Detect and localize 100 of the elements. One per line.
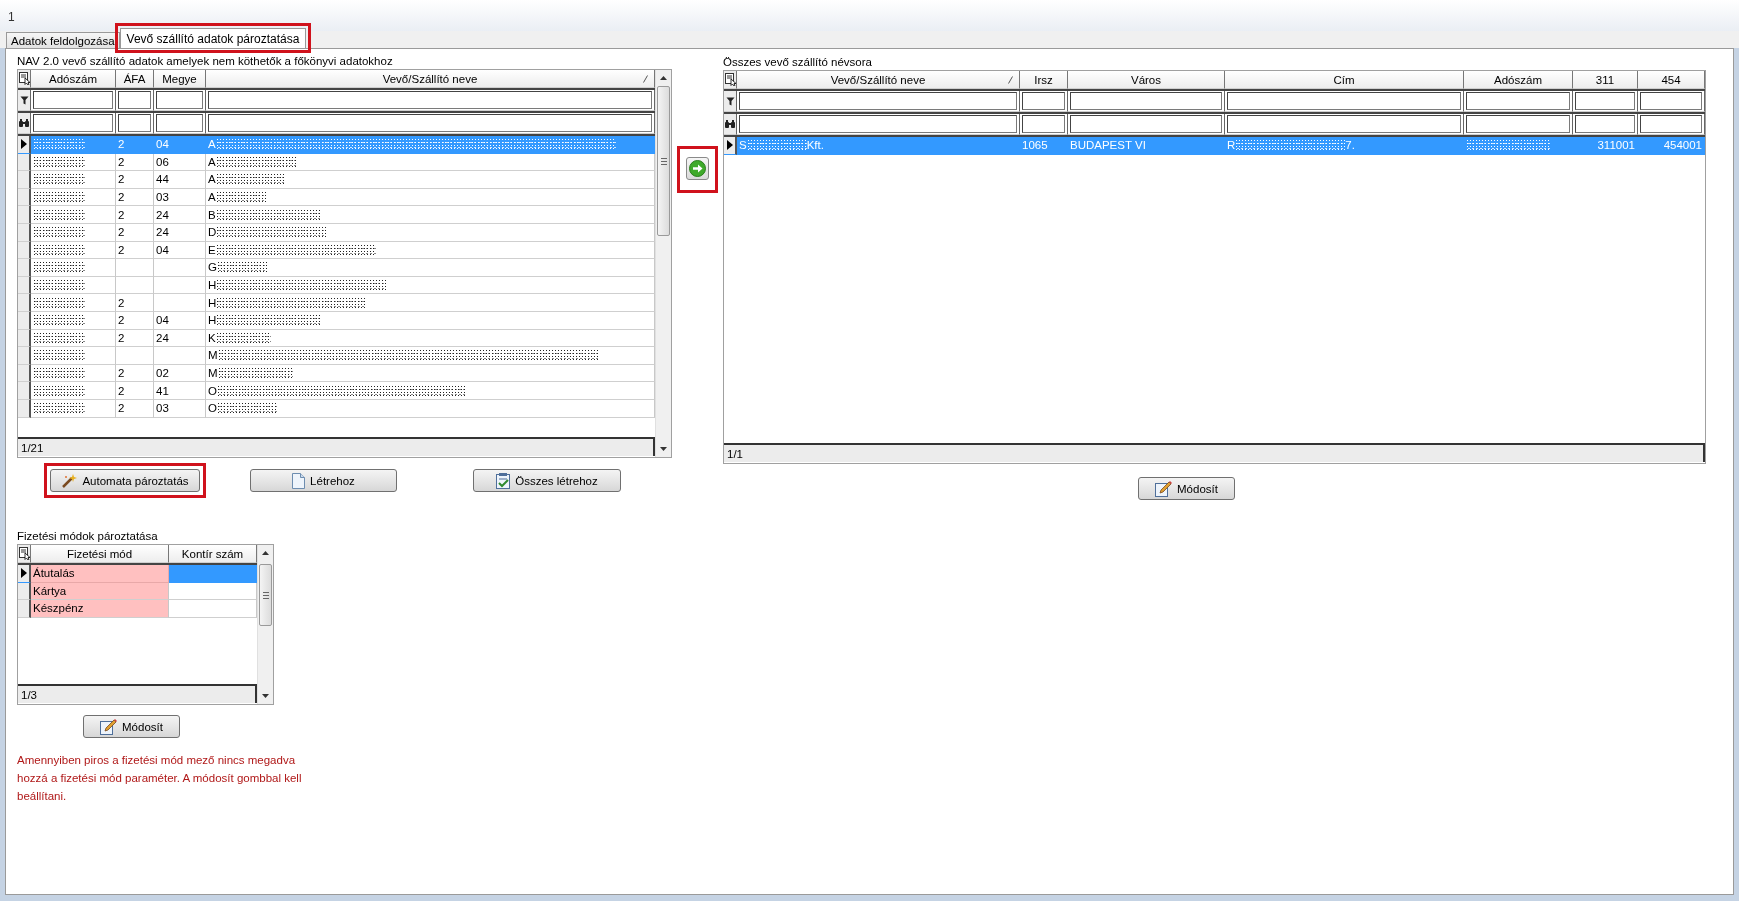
- filter-icon: [725, 96, 735, 106]
- table-row[interactable]: 2 44 A: [18, 171, 655, 189]
- cell-text: K: [208, 331, 216, 344]
- cell-text: D: [208, 226, 217, 239]
- table-cell: 311001: [1573, 137, 1638, 155]
- table-row[interactable]: 2 24 D: [18, 223, 655, 242]
- table-cell: 06: [154, 153, 206, 172]
- filter-field[interactable]: [1022, 92, 1065, 110]
- table-row[interactable]: 2 03 A: [18, 188, 655, 207]
- scrollbar-thumb[interactable]: [657, 86, 670, 236]
- filter-field[interactable]: [1227, 92, 1461, 110]
- filter-field[interactable]: [1575, 92, 1635, 110]
- table-row[interactable]: G: [18, 259, 655, 277]
- cell-text: G: [208, 261, 217, 274]
- cell-text: 7.: [1345, 139, 1355, 152]
- scroll-up-icon[interactable]: [660, 76, 667, 80]
- table-cell: 2: [116, 136, 154, 154]
- search-field[interactable]: [739, 115, 1017, 133]
- table-cell: 1065: [1020, 137, 1068, 155]
- binoculars-icon: [725, 120, 735, 128]
- column-header[interactable]: Adószám: [1464, 71, 1573, 89]
- search-field[interactable]: [1640, 115, 1702, 133]
- table-cell: 24: [154, 223, 206, 242]
- table-cell: 04: [154, 136, 206, 154]
- table-row[interactable]: H: [18, 276, 655, 295]
- wand-icon: [61, 472, 78, 489]
- search-field[interactable]: [1022, 115, 1065, 133]
- filter-field[interactable]: [208, 91, 652, 109]
- scrollbar-thumb[interactable]: [259, 564, 272, 626]
- action-button[interactable]: Létrehoz: [250, 469, 397, 492]
- modify-button[interactable]: Módosít: [83, 715, 180, 738]
- table-row[interactable]: 2 H: [18, 294, 655, 312]
- record-counter: 1/21: [18, 437, 655, 456]
- filter-field[interactable]: [156, 91, 203, 109]
- search-field[interactable]: [1466, 115, 1570, 133]
- search-field[interactable]: [156, 114, 203, 132]
- table-cell: 2: [116, 206, 154, 224]
- filter-field[interactable]: [1466, 92, 1570, 110]
- search-field[interactable]: [33, 114, 113, 132]
- table-cell: 03: [154, 399, 206, 418]
- column-header[interactable]: ÁFA: [116, 70, 154, 88]
- column-header[interactable]: Adószám: [31, 70, 116, 88]
- row-pointer-icon: [20, 139, 27, 150]
- table-row[interactable]: 2 04 E: [18, 241, 655, 260]
- filter-field[interactable]: [1070, 92, 1222, 110]
- table-row[interactable]: 2 24 B: [18, 206, 655, 224]
- record-counter: 1/3: [18, 684, 257, 703]
- cell-text: H: [208, 279, 217, 292]
- table-cell: 454001: [1638, 137, 1705, 155]
- filter-icon: [19, 95, 29, 105]
- filter-field[interactable]: [1640, 92, 1702, 110]
- scrollbar[interactable]: [655, 70, 671, 457]
- scroll-down-icon[interactable]: [660, 447, 667, 451]
- search-field[interactable]: [1575, 115, 1635, 133]
- table-row[interactable]: Átutalás: [18, 565, 257, 583]
- search-field[interactable]: [118, 114, 151, 132]
- table-cell: Készpénz: [31, 600, 169, 618]
- search-field[interactable]: [208, 114, 652, 132]
- column-header[interactable]: Vevő/Szállító neve: [206, 70, 655, 88]
- cell-text: M: [208, 367, 218, 379]
- sort-icon: [1008, 76, 1013, 84]
- scroll-up-icon[interactable]: [262, 551, 269, 555]
- column-header[interactable]: 454: [1638, 71, 1705, 89]
- assign-button[interactable]: [686, 157, 709, 180]
- column-header[interactable]: Fizetési mód: [31, 545, 169, 563]
- table-row[interactable]: 2 06 A: [18, 153, 655, 172]
- filter-field[interactable]: [33, 91, 113, 109]
- cell-text: B: [208, 208, 216, 221]
- table-cell: 2: [116, 294, 154, 312]
- action-button[interactable]: Automata pároztatás: [50, 469, 200, 492]
- table-cell: 2: [116, 241, 154, 260]
- table-row[interactable]: M: [18, 347, 655, 365]
- modify-button[interactable]: Módosít: [1138, 477, 1235, 500]
- action-button[interactable]: Összes létrehoz: [473, 469, 621, 492]
- table-cell: 2: [116, 311, 154, 330]
- search-field[interactable]: [1070, 115, 1222, 133]
- cell-text: Kft.: [806, 139, 824, 152]
- sort-icon: [643, 75, 648, 83]
- cell-text: A: [208, 138, 216, 151]
- table-row[interactable]: 2 02 M: [18, 364, 655, 383]
- table-row[interactable]: 2 03 O: [18, 399, 655, 418]
- table-cell: 03: [154, 188, 206, 207]
- window-title: 1: [8, 10, 15, 24]
- table-row[interactable]: 2 41 O: [18, 382, 655, 400]
- filter-field[interactable]: [118, 91, 151, 109]
- scrollbar[interactable]: [257, 545, 273, 704]
- filter-field[interactable]: [739, 92, 1017, 110]
- table-row[interactable]: 2 24 K: [18, 329, 655, 348]
- column-header[interactable]: Város: [1068, 71, 1225, 89]
- column-header[interactable]: Cím: [1225, 71, 1464, 89]
- column-header[interactable]: 311: [1573, 71, 1638, 89]
- column-header[interactable]: Vevő/Szállító neve: [737, 71, 1020, 89]
- table-row[interactable]: Készpénz: [18, 600, 257, 618]
- scroll-down-icon[interactable]: [262, 694, 269, 698]
- record-counter: 1/1: [724, 443, 1705, 462]
- search-field[interactable]: [1227, 115, 1461, 133]
- table-row[interactable]: 2 04 H: [18, 311, 655, 330]
- tab[interactable]: Adatok feldolgozása: [6, 32, 120, 48]
- column-header[interactable]: Irsz: [1020, 71, 1068, 89]
- column-header[interactable]: Megye: [154, 70, 206, 88]
